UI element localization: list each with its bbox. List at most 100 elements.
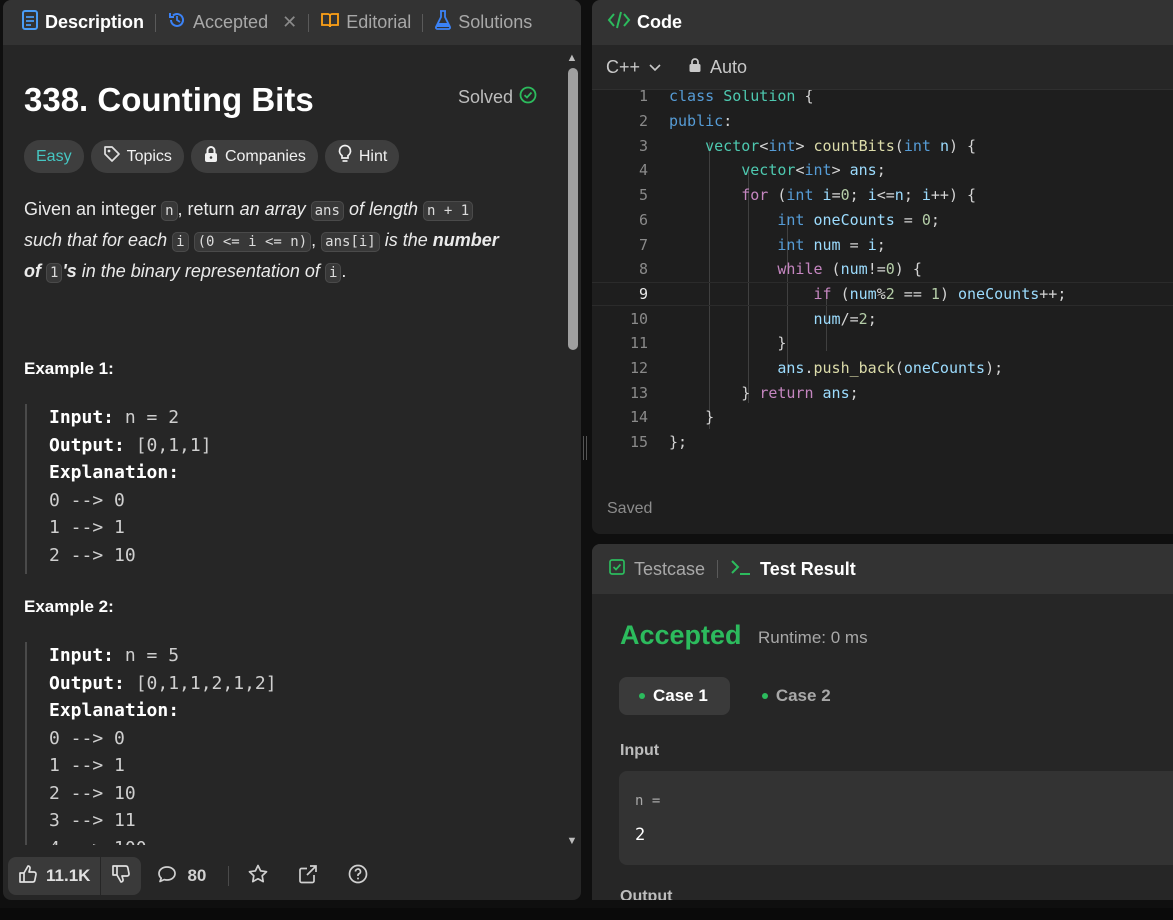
scroll-down-arrow-icon[interactable]: ▼ [565, 835, 579, 847]
tab-divider [422, 13, 424, 32]
input-variable-name: n = [635, 793, 661, 809]
tab-testcase-label: Testcase [634, 558, 706, 579]
case-2-label: Case 2 [775, 686, 831, 705]
code-editor[interactable]: 1 class Solution { 2 public: 3 vector<int>… [592, 90, 1173, 480]
tab-accepted-label: Accepted [193, 12, 269, 32]
hint-label: Hint [358, 147, 388, 165]
code-line: 2 public: [592, 109, 1173, 134]
inline-code: (0 <= i <= n) [193, 232, 312, 252]
example-2-block: Input: n = 5 Output: [0,1,1,2,1,2] Expla… [25, 642, 277, 845]
companies-label: Companies [224, 147, 306, 165]
explanation-line: 1 --> 1 [49, 517, 125, 538]
example-1-title: Example 1: [24, 359, 114, 378]
problem-description: Given an integer n, return an array ans … [24, 199, 499, 283]
tab-accepted[interactable]: Accepted ✕ [167, 0, 297, 45]
dislike-button[interactable] [100, 857, 141, 895]
topics-label: Topics [126, 147, 172, 165]
pass-dot-icon [761, 693, 768, 699]
case-2-tab[interactable]: Case 2 [742, 677, 853, 715]
tag-icon [103, 145, 121, 168]
problem-tags: Easy Topics Companies Hint [24, 140, 400, 173]
topics-button[interactable]: Topics [90, 140, 184, 173]
example-input: n = 2 [124, 407, 180, 428]
line-number: 10 [629, 309, 648, 328]
help-button[interactable] [347, 863, 369, 890]
like-button[interactable]: 11.1K [8, 857, 100, 895]
code-line: 6 int oneCounts = 0; [592, 208, 1173, 233]
share-button[interactable] [297, 863, 319, 890]
left-tabbar: Description Accepted ✕ Editorial Solutio… [3, 0, 581, 45]
hint-button[interactable]: Hint [324, 140, 400, 173]
example-output: [0,1,1] [135, 434, 212, 456]
mode-label: Auto [710, 56, 748, 77]
code-line: 15}; [592, 430, 1173, 455]
scroll-thumb[interactable] [568, 68, 578, 350]
terminal-icon [730, 558, 752, 581]
code-line: 11 } [592, 331, 1173, 356]
line-number: 5 [638, 186, 648, 205]
code-line-current: 9 if (num%2 == 1) oneCounts++; [592, 281, 1173, 307]
window-bottom-edge [0, 908, 1173, 920]
explanation-label: Explanation: [49, 462, 180, 483]
verdict-label: Accepted [620, 620, 742, 650]
example-input: n = 5 [124, 645, 180, 666]
desc-text: . [341, 261, 347, 281]
pass-dot-icon [639, 693, 645, 699]
input-label: Input: [49, 407, 115, 428]
inline-code: ans[i] [321, 232, 380, 252]
explanation-line: 1 --> 1 [49, 755, 125, 776]
line-number: 9 [638, 284, 648, 303]
description-content: 338. Counting Bits Solved Easy Topics Co… [3, 45, 563, 845]
scroll-up-arrow-icon[interactable]: ▲ [565, 52, 579, 64]
output-label: Output: [49, 434, 125, 456]
desc-strong: number [432, 230, 499, 250]
tab-test-result[interactable]: Test Result [730, 558, 856, 581]
code-brackets-icon [607, 11, 631, 34]
tab-testcase[interactable]: Testcase [608, 558, 705, 581]
tab-description[interactable]: Description [21, 0, 144, 45]
line-number: 4 [638, 161, 648, 180]
case-1-tab[interactable]: Case 1 [619, 677, 730, 715]
flask-icon [434, 10, 452, 35]
code-panel: Code C++ Auto 1 class Solution { 2 public:… [592, 0, 1173, 534]
result-tabbar: Testcase Test Result [592, 544, 1173, 594]
line-number: 8 [638, 260, 648, 279]
inline-code: ans [310, 201, 344, 221]
footer-divider [228, 866, 230, 886]
autocomplete-mode[interactable]: Auto [688, 57, 747, 78]
description-scrollbar[interactable]: ▲ ▼ [565, 52, 579, 847]
line-number: 11 [629, 334, 648, 353]
description-panel: Description Accepted ✕ Editorial Solutio… [3, 0, 581, 900]
panel-resize-handle[interactable] [583, 436, 587, 460]
thumbs-down-icon [111, 864, 131, 889]
lightbulb-icon [337, 144, 353, 169]
close-icon[interactable]: ✕ [282, 12, 297, 33]
line-number: 13 [629, 383, 648, 402]
output-label: Output: [49, 672, 125, 694]
line-number: 15 [629, 433, 648, 452]
language-label: C++ [606, 56, 641, 77]
tab-solutions[interactable]: Solutions [434, 0, 532, 45]
desc-text: , return [177, 199, 240, 219]
tab-editorial-label: Editorial [346, 12, 412, 32]
comments-button[interactable]: 80 [157, 864, 206, 889]
tab-editorial[interactable]: Editorial [320, 0, 411, 45]
output-section-label: Output [620, 888, 673, 900]
difficulty-label: Easy [36, 147, 72, 165]
favorite-button[interactable] [247, 863, 269, 890]
input-variable-value: 2 [635, 825, 646, 845]
star-icon [247, 863, 269, 890]
code-line: 5 for (int i=0; i<=n; i++) { [592, 183, 1173, 208]
explanation-line: 2 --> 10 [49, 782, 136, 804]
desc-emphasis: an array [239, 199, 306, 219]
language-select[interactable]: C++ [606, 57, 662, 78]
code-line: 7 int num = i; [592, 232, 1173, 257]
code-line: 1 class Solution { [592, 90, 1173, 109]
companies-button[interactable]: Companies [190, 140, 318, 173]
code-line: 10 num/=2; [592, 306, 1173, 331]
code-line: 14 } [592, 405, 1173, 430]
like-count: 11.1K [46, 866, 91, 885]
line-number: 2 [638, 112, 648, 131]
desc-emphasis: such that for each [24, 230, 168, 250]
desc-strong: 's [62, 261, 77, 281]
